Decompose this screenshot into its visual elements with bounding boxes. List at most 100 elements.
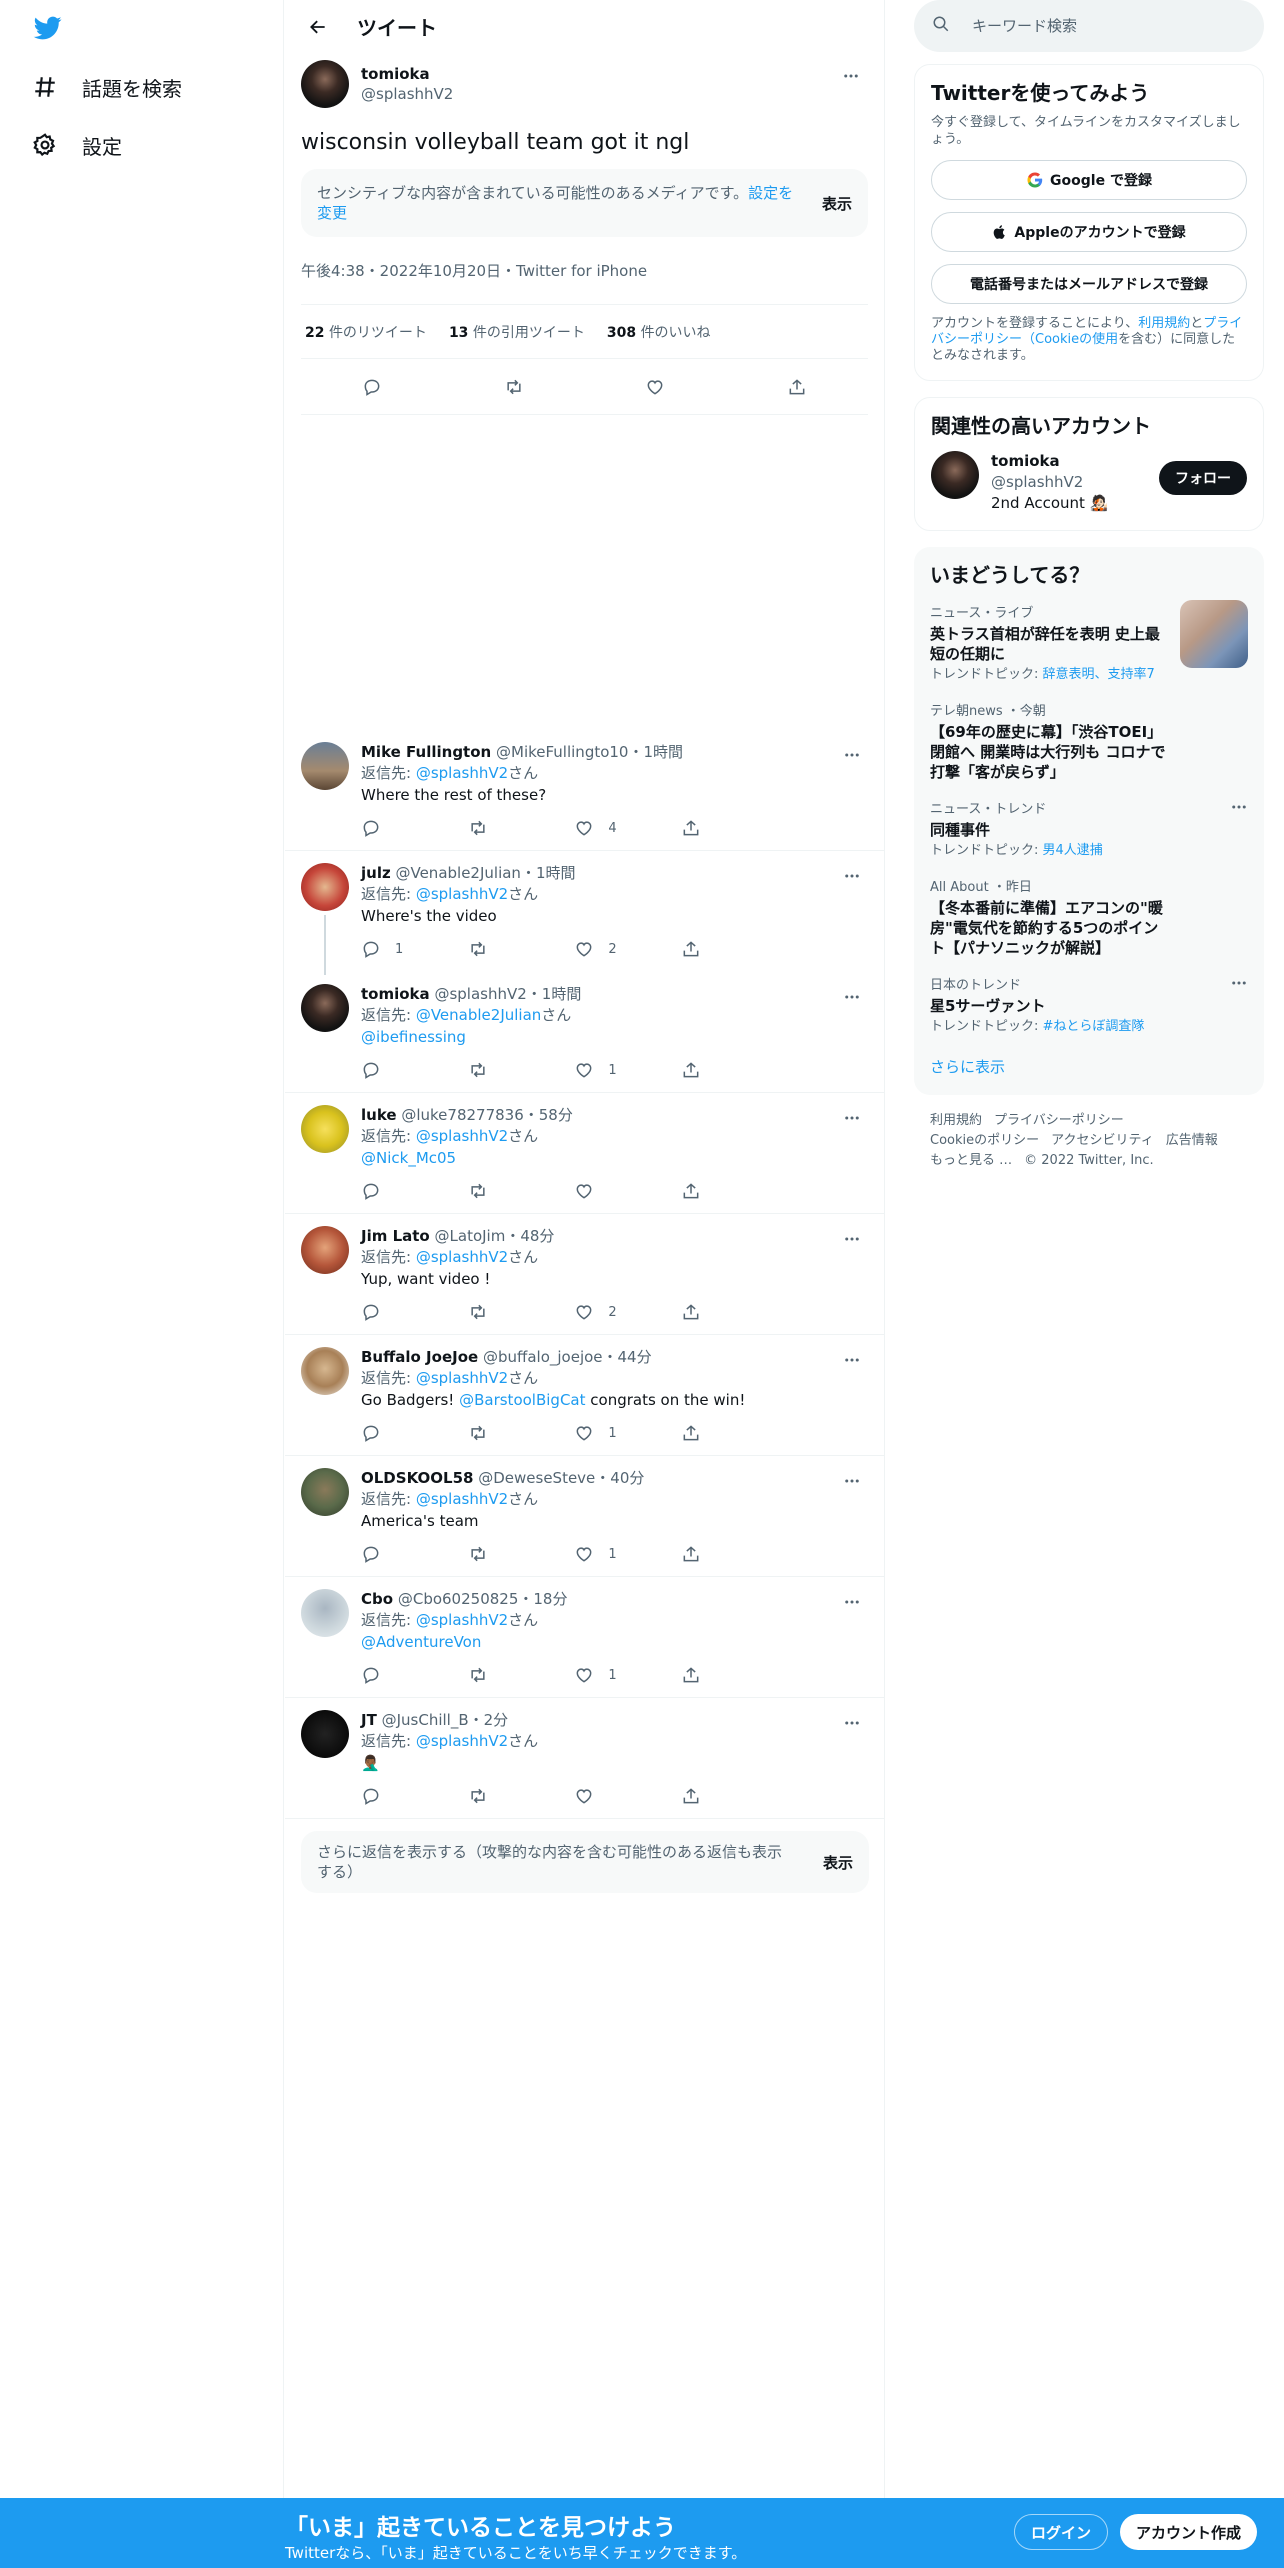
avatar[interactable] (301, 863, 349, 911)
more-options-icon[interactable] (835, 1343, 869, 1377)
reply-time[interactable]: ・1時間 (527, 985, 582, 1003)
reply-item[interactable]: tomioka @splashhV2・1時間 返信先: @Venable2Juli… (285, 972, 885, 1093)
avatar[interactable] (301, 60, 349, 108)
reply-icon[interactable] (361, 1181, 461, 1201)
reply-to-mention[interactable]: @Venable2Julian (416, 1006, 541, 1024)
reply-author-name[interactable]: Cbo (361, 1590, 393, 1608)
reply-author-handle[interactable]: @Venable2Julian (395, 864, 520, 882)
reply-author-name[interactable]: julz (361, 864, 391, 882)
reply-to-mention[interactable]: @splashhV2 (416, 1490, 508, 1508)
author-handle[interactable]: @splashhV2 (361, 84, 453, 104)
reply-author-name[interactable]: tomioka (361, 985, 430, 1003)
reply-to-mention[interactable]: @splashhV2 (416, 1248, 508, 1266)
like-icon[interactable] (574, 1786, 674, 1806)
reply-icon[interactable] (362, 377, 382, 397)
follow-button[interactable]: フォロー (1159, 461, 1247, 495)
avatar[interactable] (301, 1347, 349, 1395)
reply-time[interactable]: ・1時間 (521, 864, 576, 882)
reply-author-handle[interactable]: @buffalo_joejoe (483, 1348, 603, 1366)
like-count[interactable]: 308 件のいいね (607, 322, 711, 342)
more-options-icon[interactable] (1230, 798, 1248, 820)
reply-author-handle[interactable]: @MikeFullingto10 (496, 743, 628, 761)
retweet-icon[interactable] (468, 1544, 568, 1564)
reply-author-handle[interactable]: @LatoJim (435, 1227, 506, 1245)
mention-link[interactable]: @BarstoolBigCat (459, 1391, 585, 1409)
avatar[interactable] (301, 742, 349, 790)
trend-item[interactable]: All About ・昨日 【冬本番前に準備】エアコンの"暖房"電気代を節約する5… (930, 870, 1248, 968)
retweet-icon[interactable] (468, 1181, 568, 1201)
reply-icon[interactable] (361, 1544, 461, 1564)
reply-to-mention[interactable]: @splashhV2 (416, 1611, 508, 1629)
show-media-button[interactable]: 表示 (822, 187, 852, 220)
reply-item[interactable]: JT @JusChill_B・2分 返信先: @splashhV2さん 🤦🏾‍♂️ (285, 1698, 885, 1819)
more-options-icon[interactable] (835, 1101, 869, 1135)
reply-to-mention[interactable]: @splashhV2 (416, 1369, 508, 1387)
trend-item[interactable]: テレ朝news ・今朝 【69年の歴史に幕】「渋谷TOEI」閉館へ 開業時は大行列… (930, 694, 1248, 792)
retweet-icon[interactable] (468, 1060, 568, 1080)
more-options-icon[interactable] (835, 738, 869, 772)
reply-author-handle[interactable]: @splashhV2 (434, 985, 526, 1003)
reply-icon[interactable] (361, 1302, 461, 1322)
like-icon[interactable]: 1 (574, 1544, 674, 1564)
reply-time[interactable]: ・40分 (595, 1469, 644, 1487)
reply-icon[interactable] (361, 818, 461, 838)
reply-item[interactable]: Mike Fullington @MikeFullingto10・1時間 返信先:… (285, 730, 885, 851)
reply-icon[interactable] (361, 1665, 461, 1685)
reply-author-name[interactable]: Mike Fullington (361, 743, 491, 761)
reply-to-mention[interactable]: @splashhV2 (416, 1127, 508, 1145)
trend-item[interactable]: 日本のトレンド 星5サーヴァント トレンドトピック: #ねとらぼ調査隊 (930, 968, 1248, 1046)
avatar[interactable] (301, 1105, 349, 1153)
share-icon[interactable] (681, 1786, 781, 1806)
avatar[interactable] (301, 984, 349, 1032)
more-options-icon[interactable] (834, 59, 868, 93)
share-icon[interactable] (681, 1302, 781, 1322)
avatar[interactable] (301, 1710, 349, 1758)
reply-icon[interactable] (361, 1423, 461, 1443)
like-icon[interactable] (645, 377, 665, 397)
reply-item[interactable]: julz @Venable2Julian・1時間 返信先: @splashhV2さ… (285, 851, 885, 975)
mention-link[interactable]: @Nick_Mc05 (361, 1149, 456, 1167)
quote-count[interactable]: 13 件の引用ツイート (449, 322, 585, 342)
create-account-button[interactable]: アカウント作成 (1120, 2514, 1258, 2550)
search-box[interactable] (914, 0, 1264, 52)
author-name[interactable]: tomioka (361, 64, 453, 84)
mention-link[interactable]: @ibefinessing (361, 1028, 466, 1046)
back-arrow-icon[interactable] (301, 10, 335, 44)
like-icon[interactable]: 4 (574, 818, 674, 838)
like-icon[interactable]: 2 (574, 1302, 674, 1322)
footer-link[interactable]: Cookieのポリシー (930, 1133, 1039, 1148)
share-icon[interactable] (681, 1181, 781, 1201)
footer-link[interactable]: 広告情報 (1166, 1133, 1218, 1148)
reply-icon[interactable] (361, 1060, 461, 1080)
trend-item[interactable]: ニュース・トレンド 同種事件 トレンドトピック: 男4人逮捕 (930, 792, 1248, 870)
more-options-icon[interactable] (835, 1706, 869, 1740)
reply-time[interactable]: ・44分 (603, 1348, 652, 1366)
mention-link[interactable]: @AdventureVon (361, 1633, 481, 1651)
terms-link[interactable]: 利用規約 (1138, 316, 1190, 331)
footer-link[interactable]: 利用規約 (930, 1113, 982, 1128)
share-icon[interactable] (681, 1060, 781, 1080)
retweet-icon[interactable] (504, 377, 524, 397)
tweet-meta[interactable]: 午後4:38・2022年10月20日・Twitter for iPhone (301, 253, 868, 305)
login-button[interactable]: ログイン (1014, 2514, 1109, 2550)
footer-link[interactable]: プライバシーポリシー (994, 1113, 1124, 1128)
show-more-replies-button[interactable]: 表示 (823, 1846, 853, 1879)
show-more-link[interactable]: さらに表示 (930, 1056, 1248, 1077)
retweet-icon[interactable] (468, 1302, 568, 1322)
reply-to-mention[interactable]: @splashhV2 (416, 1732, 508, 1750)
avatar[interactable] (931, 451, 979, 499)
retweet-icon[interactable] (468, 1665, 568, 1685)
reply-author-name[interactable]: Buffalo JoeJoe (361, 1348, 478, 1366)
reply-to-mention[interactable]: @splashhV2 (416, 764, 508, 782)
reply-icon[interactable]: 1 (361, 939, 461, 959)
share-icon[interactable] (787, 377, 807, 397)
reply-item[interactable]: Cbo @Cbo60250825・18分 返信先: @splashhV2さん @Ad… (285, 1577, 885, 1698)
reply-author-name[interactable]: luke (361, 1106, 397, 1124)
twitter-logo-icon[interactable] (32, 14, 64, 42)
reply-author-name[interactable]: OLDSKOOL58 (361, 1469, 473, 1487)
reply-icon[interactable] (361, 1786, 461, 1806)
reply-to-mention[interactable]: @splashhV2 (416, 885, 508, 903)
share-icon[interactable] (681, 1544, 781, 1564)
share-icon[interactable] (681, 1423, 781, 1443)
nav-explore[interactable]: 話題を検索 (30, 63, 182, 111)
